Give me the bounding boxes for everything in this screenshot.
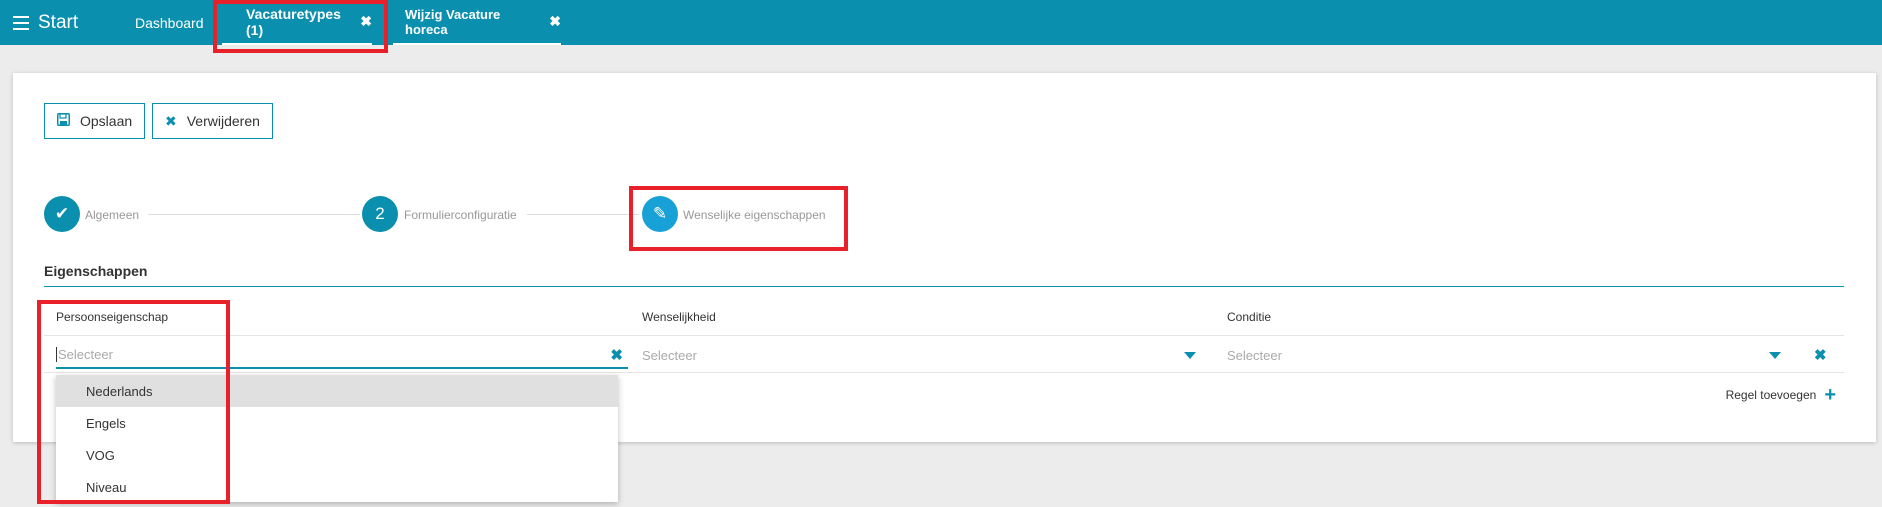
delete-button[interactable]: ✖ Verwijderen bbox=[152, 103, 273, 139]
dropdown-option[interactable]: Nederlands bbox=[56, 375, 618, 407]
close-tab-icon[interactable]: ✖ bbox=[549, 13, 561, 30]
step-formulierconfiguratie-number[interactable]: 2 bbox=[362, 196, 398, 232]
close-tab-icon[interactable]: ✖ bbox=[360, 13, 372, 30]
remove-row-icon[interactable]: ✖ bbox=[1814, 346, 1827, 364]
wenselijkheid-select[interactable]: Selecteer bbox=[642, 341, 1202, 369]
save-button[interactable]: Opslaan bbox=[44, 103, 145, 139]
section-divider bbox=[44, 286, 1844, 287]
column-header-conditie: Conditie bbox=[1227, 310, 1272, 324]
start-menu-label: Start bbox=[38, 11, 79, 33]
floppy-disk-icon bbox=[57, 113, 70, 129]
top-navigation-bar: Start Dashboard Vacaturetypes (1) ✖ Wijz… bbox=[0, 0, 1882, 45]
step-formulierconfiguratie-label[interactable]: Formulierconfiguratie bbox=[404, 208, 517, 222]
step-connector bbox=[148, 214, 360, 215]
tab-wijzig-vacature[interactable]: Wijzig Vacature horeca ✖ bbox=[393, 0, 561, 45]
persoonseigenschap-dropdown: Nederlands Engels VOG Niveau bbox=[56, 375, 618, 502]
tab-dashboard[interactable]: Dashboard bbox=[135, 0, 204, 45]
dropdown-option[interactable]: Engels bbox=[56, 407, 618, 439]
add-row-button[interactable]: Regel toevoegen + bbox=[1726, 385, 1836, 405]
plus-icon: + bbox=[1824, 384, 1836, 406]
column-header-wenselijkheid: Wenselijkheid bbox=[642, 310, 716, 324]
chevron-down-icon[interactable] bbox=[1769, 352, 1781, 359]
step-wenselijke-pencil-icon[interactable]: ✎ bbox=[642, 196, 678, 232]
dropdown-option[interactable]: Niveau bbox=[56, 471, 618, 503]
start-menu-button[interactable]: Start bbox=[13, 10, 78, 35]
dropdown-option[interactable]: VOG bbox=[56, 439, 618, 471]
row-divider bbox=[44, 372, 1844, 373]
wenselijkheid-placeholder: Selecteer bbox=[642, 347, 697, 363]
header-divider bbox=[44, 335, 1844, 336]
chevron-down-icon[interactable] bbox=[1184, 352, 1196, 359]
clear-selection-icon[interactable]: ✖ bbox=[610, 346, 623, 364]
tab-wijzig-vacature-label: Wijzig Vacature horeca bbox=[405, 6, 501, 37]
persoonseigenschap-select[interactable]: Selecteer ✖ bbox=[56, 341, 628, 369]
step-connector bbox=[527, 214, 639, 215]
tab-vacaturetypes[interactable]: Vacaturetypes (1) ✖ bbox=[222, 0, 372, 45]
conditie-placeholder: Selecteer bbox=[1227, 347, 1282, 363]
tab-dashboard-label: Dashboard bbox=[135, 14, 204, 31]
step-algemeen-label[interactable]: Algemeen bbox=[85, 208, 139, 222]
column-header-persoonseigenschap: Persoonseigenschap bbox=[56, 310, 169, 324]
tab-vacaturetypes-label: Vacaturetypes (1) bbox=[246, 5, 341, 38]
step-algemeen-check-icon[interactable]: ✔ bbox=[44, 196, 80, 232]
conditie-select[interactable]: Selecteer bbox=[1227, 341, 1787, 369]
hamburger-menu-icon bbox=[13, 15, 29, 30]
save-button-label: Opslaan bbox=[80, 113, 133, 129]
section-title: Eigenschappen bbox=[44, 263, 148, 279]
step-wenselijke-eigenschappen-label[interactable]: Wenselijke eigenschappen bbox=[683, 208, 826, 222]
add-row-label: Regel toevoegen bbox=[1725, 388, 1817, 402]
close-icon: ✖ bbox=[165, 112, 177, 129]
persoonseigenschap-placeholder: Selecteer bbox=[56, 346, 113, 362]
delete-button-label: Verwijderen bbox=[186, 113, 260, 129]
